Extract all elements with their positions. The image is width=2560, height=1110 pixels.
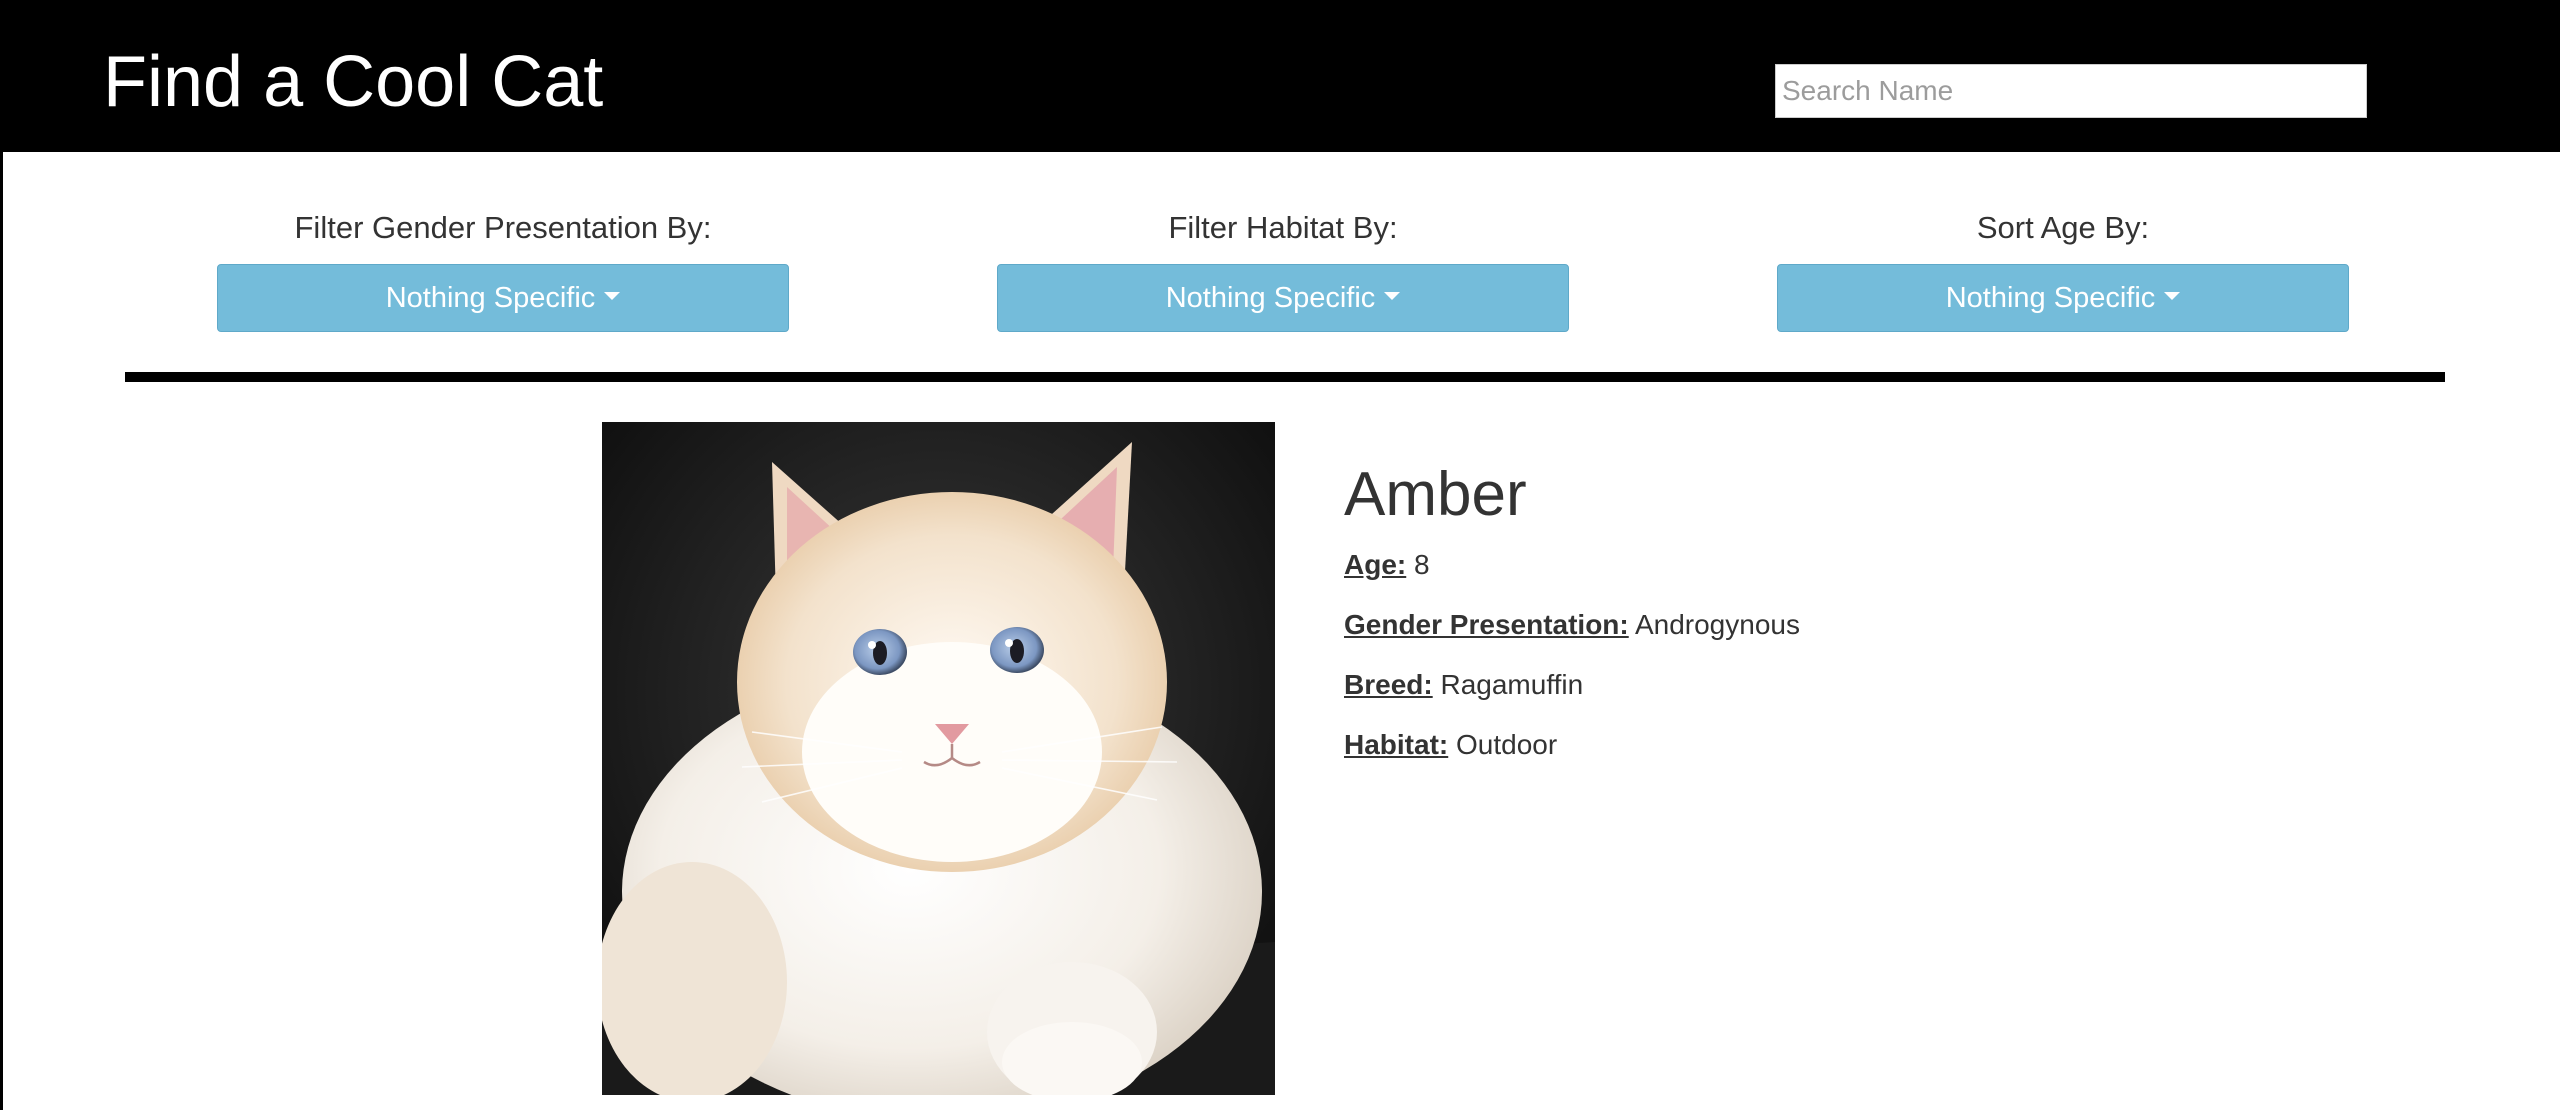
caret-down-icon bbox=[604, 292, 621, 301]
cat-breed: Breed: Ragamuffin bbox=[1344, 667, 2244, 703]
breed-label: Breed: bbox=[1344, 669, 1433, 700]
age-value: 8 bbox=[1414, 549, 1430, 580]
search-name-input[interactable] bbox=[1775, 64, 2367, 118]
gender-filter-dropdown[interactable]: Nothing Specific bbox=[217, 264, 789, 332]
habitat-value: Outdoor bbox=[1456, 729, 1558, 760]
header-bar: Find a Cool Cat bbox=[3, 0, 2560, 152]
page: Find a Cool Cat Filter Gender Presentati… bbox=[0, 0, 2560, 1110]
habitat-label: Habitat: bbox=[1344, 729, 1449, 760]
age-label: Age: bbox=[1344, 549, 1407, 580]
habitat-filter: Filter Habitat By: Nothing Specific bbox=[997, 200, 1569, 332]
cat-age: Age: 8 bbox=[1344, 547, 2244, 583]
age-sort-dropdown[interactable]: Nothing Specific bbox=[1777, 264, 2349, 332]
cat-name: Amber bbox=[1344, 460, 1527, 529]
caret-down-icon bbox=[1384, 292, 1401, 301]
page-title: Find a Cool Cat bbox=[103, 42, 604, 122]
age-sort-value: Nothing Specific bbox=[1945, 282, 2156, 314]
caret-down-icon bbox=[2164, 292, 2181, 301]
section-divider bbox=[125, 372, 2445, 382]
cat-gender: Gender Presentation: Androgynous bbox=[1344, 607, 2244, 643]
gender-filter-label: Filter Gender Presentation By: bbox=[294, 210, 712, 245]
habitat-filter-dropdown[interactable]: Nothing Specific bbox=[997, 264, 1569, 332]
age-sort-label: Sort Age By: bbox=[1976, 210, 2150, 245]
habitat-filter-value: Nothing Specific bbox=[1165, 282, 1376, 314]
gender-filter: Filter Gender Presentation By: Nothing S… bbox=[217, 200, 789, 332]
cat-habitat: Habitat: Outdoor bbox=[1344, 727, 2244, 763]
cat-details: Amber Age: 8 Gender Presentation: Androg… bbox=[1344, 455, 2244, 763]
gender-label: Gender Presentation: bbox=[1344, 609, 1629, 640]
gender-filter-value: Nothing Specific bbox=[385, 282, 596, 314]
gender-value: Androgynous bbox=[1634, 609, 1800, 640]
breed-value: Ragamuffin bbox=[1440, 669, 1584, 700]
habitat-filter-label: Filter Habitat By: bbox=[1168, 210, 1398, 245]
cat-photo bbox=[602, 422, 1275, 1095]
age-sort: Sort Age By: Nothing Specific bbox=[1777, 200, 2349, 332]
